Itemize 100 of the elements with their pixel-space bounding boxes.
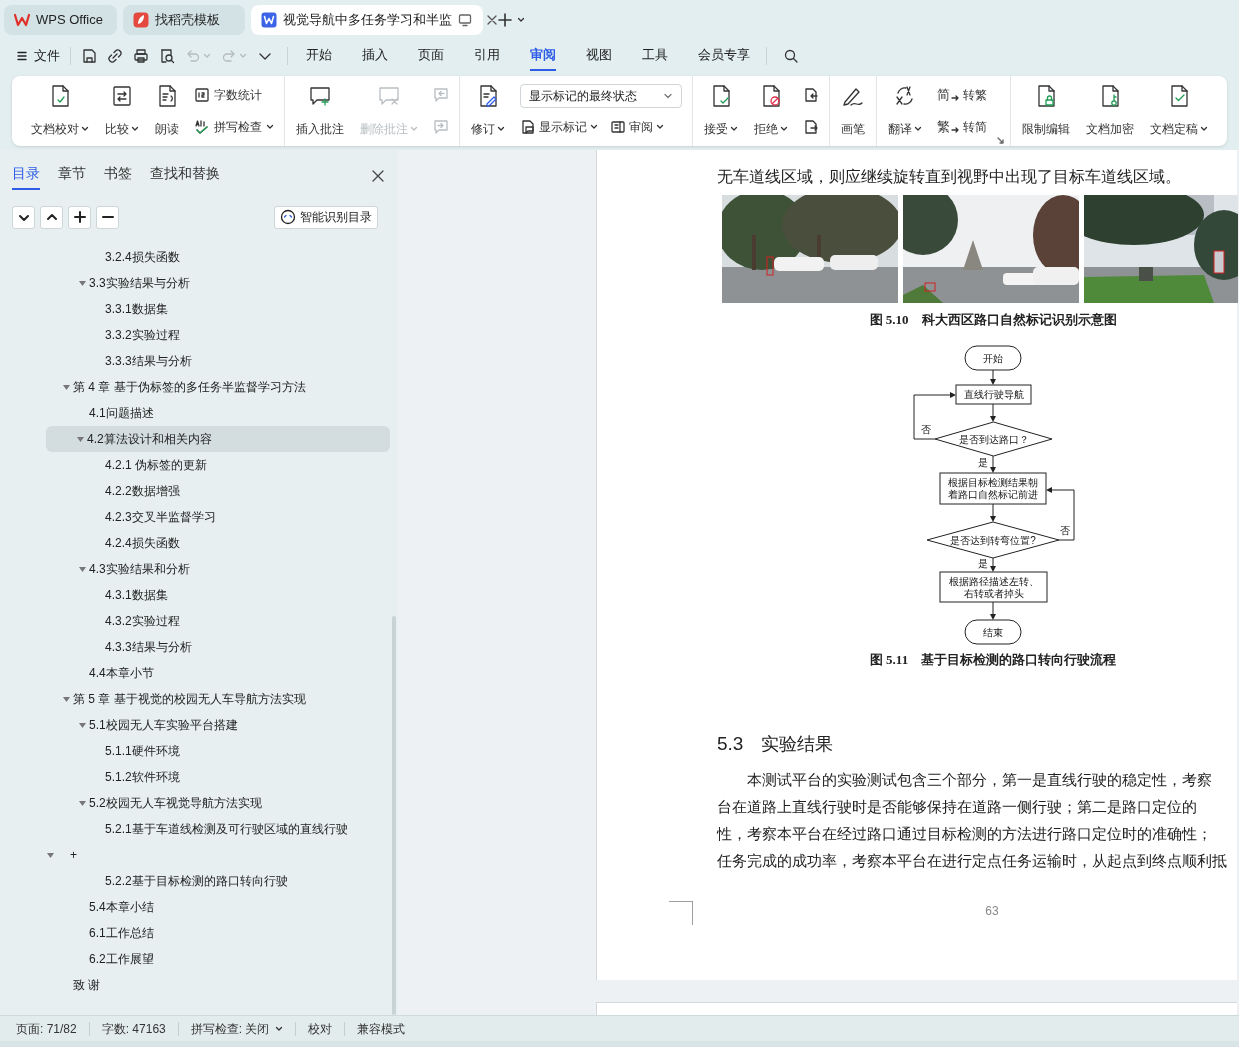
ribbon-button[interactable]: 限制编辑	[1017, 84, 1075, 138]
toc-item[interactable]: 4.3.2实验过程	[0, 608, 390, 634]
ribbon-button[interactable]: 审阅	[610, 116, 664, 138]
ribbon-button[interactable]: 文档加密	[1081, 84, 1139, 138]
toc-item[interactable]: 4.2.2数据增强	[0, 478, 390, 504]
ribbon-tab[interactable]: 插入	[362, 41, 388, 71]
dialog-launcher-icon	[997, 137, 1004, 144]
app-tab[interactable]: WPS Office	[4, 5, 117, 35]
glyph-icon: 繁	[937, 117, 950, 137]
markup-icon	[520, 119, 536, 135]
smart-toc-button[interactable]: 智能识别目录	[274, 205, 378, 229]
ribbon-tab[interactable]: 引用	[474, 41, 500, 71]
toc-item[interactable]: 4.2.4损失函数	[0, 530, 390, 556]
file-menu[interactable]: 文件	[16, 46, 60, 66]
app-tab[interactable]: 找稻壳模板	[123, 5, 245, 35]
demote-button[interactable]	[96, 205, 119, 229]
toc-item[interactable]: 6.1工作总结	[0, 920, 390, 946]
ribbon-button[interactable]: 修订	[466, 84, 510, 138]
compare-icon	[110, 84, 134, 108]
menu-icon	[16, 50, 28, 62]
expand-all-button[interactable]	[12, 205, 35, 229]
ribbon-button[interactable]: 接受	[699, 84, 743, 138]
toc-item[interactable]: 3.3.1数据集	[0, 296, 390, 322]
toc-item[interactable]: 4.3.1数据集	[0, 582, 390, 608]
counter-icon	[194, 87, 210, 103]
toc-item[interactable]: 5.1.2软件环境	[0, 764, 390, 790]
status-item[interactable]: 字数: 47163	[101, 1019, 166, 1038]
toc-item[interactable]: 致 谢	[0, 972, 390, 998]
promote-button[interactable]	[68, 205, 91, 229]
status-item[interactable]: 校对	[308, 1019, 333, 1038]
ribbon-tab[interactable]: 视图	[586, 41, 612, 71]
toc-item[interactable]: 5.2.1基于车道线检测及可行驶区域的直线行驶	[0, 816, 390, 842]
process-node: 直线行驶导航	[955, 384, 1032, 405]
markup-select[interactable]: 显示标记的最终状态	[520, 84, 682, 108]
toc-item[interactable]: 4.3.3结果与分析	[0, 634, 390, 660]
toc-item[interactable]: 5.2校园无人车视觉导航方法实现	[0, 790, 390, 816]
toc-item[interactable]: 第 4 章 基于伪标签的多任务半监督学习方法	[0, 374, 390, 400]
toc-item[interactable]: 3.2.4损失函数	[0, 244, 390, 270]
ribbon-button[interactable]: 翻译	[883, 84, 927, 138]
figure-caption: 图 5.10 科大西区路口自然标记识别示意图	[869, 311, 1117, 329]
ribbon-button[interactable]: 画笔	[836, 84, 870, 138]
ribbon-tab[interactable]: 开始	[306, 41, 332, 71]
toc-item[interactable]: 第 5 章 基于视觉的校园无人车导航方法实现	[0, 686, 390, 712]
terminal-node: 结束	[964, 619, 1022, 645]
ribbon-button[interactable]: 比较	[100, 84, 144, 138]
undo-icon	[185, 48, 201, 64]
toc-item[interactable]: 4.2算法设计和相关内容	[46, 426, 390, 452]
toc-item[interactable]: 6.2工作展望	[0, 946, 390, 972]
toc-item[interactable]: 4.1问题描述	[0, 400, 390, 426]
toc-item[interactable]: 4.3实验结果和分析	[0, 556, 390, 582]
ribbon-tab[interactable]: 审阅	[530, 41, 556, 71]
close-button[interactable]	[372, 170, 384, 182]
status-item[interactable]: 页面: 71/82	[16, 1019, 77, 1038]
ribbon-button[interactable]: 文档校对	[26, 84, 94, 138]
ribbon-button[interactable]: 插入批注	[291, 84, 349, 138]
redo-icon	[221, 48, 237, 64]
search-button[interactable]	[783, 48, 799, 64]
ribbon-button[interactable]: 拼写检查	[194, 116, 274, 138]
status-item[interactable]: 拼写检查: 关闭	[190, 1019, 284, 1038]
caret-icon	[131, 125, 139, 133]
branch-label: 是	[978, 558, 988, 569]
panel-tab[interactable]: 目录	[12, 162, 40, 190]
ribbon-tab[interactable]: 页面	[418, 41, 444, 71]
ribbon-button[interactable]: 文档定稿	[1145, 84, 1213, 138]
ribbon-button[interactable]: 繁 转简	[937, 116, 987, 138]
panel-tab[interactable]: 查找和替换	[150, 162, 220, 190]
ribbon-tab[interactable]: 工具	[642, 41, 668, 71]
toc-item[interactable]: 3.3.3结果与分析	[0, 348, 390, 374]
link-button[interactable]	[107, 48, 123, 64]
toc-item[interactable]: 5.1校园无人车实验平台搭建	[0, 712, 390, 738]
toc-item[interactable]: 4.2.1 伪标签的更新	[0, 452, 390, 478]
ribbon-button[interactable]: 字数统计	[194, 84, 274, 106]
caret-icon	[275, 1024, 284, 1033]
document-logo-icon	[261, 12, 277, 28]
print-button[interactable]	[133, 48, 149, 64]
toc-item[interactable]: +	[0, 842, 390, 868]
ribbon-button[interactable]: 拒绝	[749, 84, 793, 138]
panel-tab[interactable]: 章节	[58, 162, 86, 190]
status-item[interactable]: 兼容模式	[357, 1019, 406, 1038]
ribbon-button[interactable]: 简 转繁	[937, 84, 987, 106]
toc-item[interactable]: 5.2.2基于目标检测的路口转向行驶	[0, 868, 390, 894]
save-button[interactable]	[81, 48, 97, 64]
ribbon-button[interactable]: 朗读	[150, 84, 184, 138]
print-preview-button[interactable]	[159, 48, 175, 64]
process-node: 根据目标检测结果朝 着路口自然标记前进	[939, 472, 1047, 505]
toc-item[interactable]: 5.1.1硬件环境	[0, 738, 390, 764]
panel-tab[interactable]: 书签	[104, 162, 132, 190]
toc-item[interactable]: 3.3.2实验过程	[0, 322, 390, 348]
new-tab-button[interactable]	[497, 12, 525, 28]
terminal-node: 开始	[964, 345, 1022, 371]
crop-mark	[669, 901, 693, 925]
collapse-all-button[interactable]	[40, 205, 63, 229]
toc-item[interactable]: 3.3实验结果与分析	[0, 270, 390, 296]
ribbon-tab[interactable]: 会员专享	[698, 41, 750, 71]
ribbon-button[interactable]: 显示标记	[520, 116, 598, 138]
toc-item[interactable]: 5.4本章小结	[0, 894, 390, 920]
caret-icon	[497, 125, 505, 133]
toc-item[interactable]: 4.4本章小节	[0, 660, 390, 686]
caret-icon	[203, 52, 211, 60]
toc-item[interactable]: 4.2.3交叉半监督学习	[0, 504, 390, 530]
